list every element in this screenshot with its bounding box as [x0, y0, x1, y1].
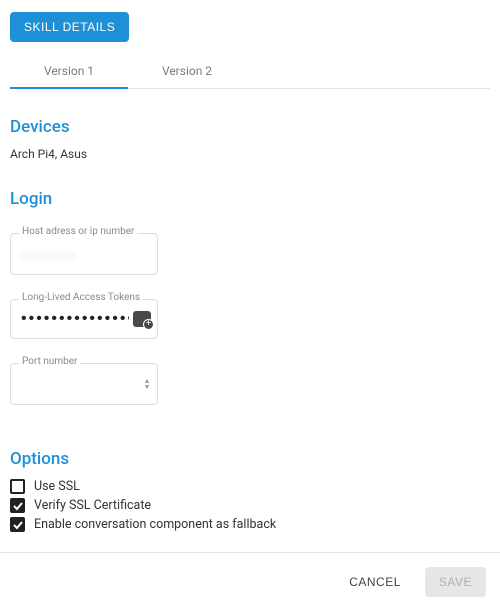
use-ssl-checkbox[interactable]: Use SSL: [10, 479, 490, 494]
password-visibility-icon[interactable]: [133, 311, 151, 327]
login-title: Login: [10, 189, 490, 209]
tab-version-1[interactable]: Version 1: [10, 56, 128, 88]
footer: CANCEL SAVE: [0, 552, 500, 611]
tab-version-2[interactable]: Version 2: [128, 56, 246, 88]
devices-value: Arch Pi4, Asus: [10, 147, 490, 161]
options-title: Options: [10, 449, 490, 469]
fallback-label: Enable conversation component as fallbac…: [34, 517, 276, 532]
devices-title: Devices: [10, 117, 490, 137]
verify-ssl-label: Verify SSL Certificate: [34, 498, 151, 513]
checkbox-icon: [10, 517, 25, 532]
host-field: Host adress or ip number: [10, 233, 158, 275]
use-ssl-label: Use SSL: [34, 479, 80, 494]
token-input[interactable]: [11, 300, 133, 338]
skill-details-button[interactable]: SKILL DETAILS: [10, 12, 129, 42]
cancel-button[interactable]: CANCEL: [343, 574, 407, 590]
checkbox-icon: [10, 498, 25, 513]
checkbox-icon: [10, 479, 25, 494]
port-field: Port number ▲ ▼: [10, 363, 158, 405]
chevron-down-icon[interactable]: ▼: [141, 384, 153, 390]
host-input[interactable]: [11, 234, 157, 274]
token-label: Long-Lived Access Tokens: [19, 292, 143, 303]
fallback-checkbox[interactable]: Enable conversation component as fallbac…: [10, 517, 490, 532]
save-button[interactable]: SAVE: [425, 567, 486, 597]
version-tabs: Version 1 Version 2: [10, 56, 490, 89]
port-input[interactable]: [11, 364, 157, 404]
verify-ssl-checkbox[interactable]: Verify SSL Certificate: [10, 498, 490, 513]
port-spinner[interactable]: ▲ ▼: [141, 378, 153, 390]
token-field: Long-Lived Access Tokens: [10, 299, 158, 339]
